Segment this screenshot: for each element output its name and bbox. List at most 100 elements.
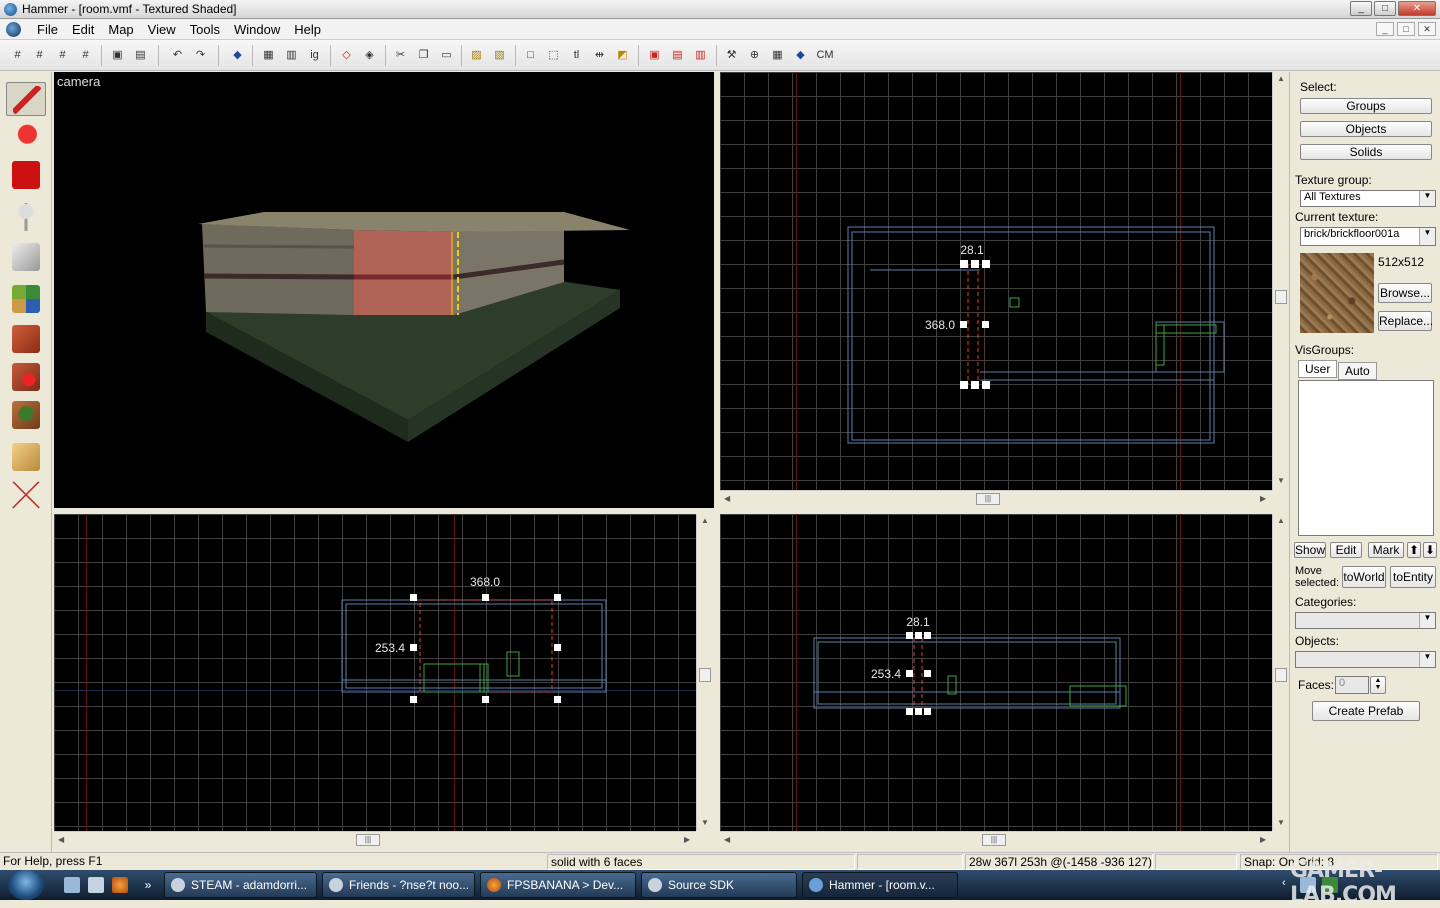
wireframe-icon[interactable]: ▦ xyxy=(768,46,787,65)
select-solids-button[interactable]: Solids xyxy=(1300,144,1432,160)
start-button[interactable] xyxy=(8,870,44,900)
cordon-icon[interactable]: ▣ xyxy=(645,46,664,65)
selection-tool[interactable] xyxy=(6,82,46,116)
top-view-vscroll-thumb[interactable] xyxy=(1275,290,1287,304)
carve-icon[interactable]: ◆ xyxy=(228,46,247,65)
faces-input[interactable]: 0 xyxy=(1335,676,1369,694)
menu-file[interactable]: File xyxy=(30,22,65,37)
side-view-hscroll-thumb[interactable]: ||| xyxy=(982,834,1006,846)
select-handles-icon[interactable]: ⬚ xyxy=(544,46,563,65)
grid-smaller-icon[interactable]: # xyxy=(30,46,49,65)
front-view-vscroll-thumb[interactable] xyxy=(699,668,711,682)
bounding-box-icon[interactable]: □ xyxy=(521,46,540,65)
front-view-hscroll[interactable]: ◀ ||| ▶ xyxy=(54,831,696,848)
switch-windows-icon[interactable] xyxy=(88,877,104,893)
cordon-toggle-icon[interactable]: ▤ xyxy=(668,46,687,65)
replace-button[interactable]: Replace... xyxy=(1378,311,1433,331)
camera-tool[interactable] xyxy=(6,158,46,192)
side-view-vscroll[interactable]: ▲ ▼ xyxy=(1272,514,1289,831)
texture-group-select[interactable]: All Textures ▼ xyxy=(1300,190,1436,207)
side-view-vscroll-thumb[interactable] xyxy=(1275,668,1287,682)
faces-spinner[interactable]: ▲ ▼ xyxy=(1370,676,1386,694)
task-steam[interactable]: STEAM - adamdorri... xyxy=(164,872,317,898)
create-prefab-button[interactable]: Create Prefab xyxy=(1312,701,1420,721)
top-2d-viewport[interactable]: 28.1 368.0 xyxy=(720,72,1272,490)
compile-icon[interactable]: ⚒ xyxy=(722,46,741,65)
doc-close-button[interactable]: ✕ xyxy=(1418,22,1436,36)
visgroup-edit-button[interactable]: Edit xyxy=(1330,542,1362,558)
grid-toggle-icon[interactable]: # xyxy=(8,46,27,65)
front-view-hscroll-thumb[interactable]: ||| xyxy=(356,834,380,846)
select-objects-button[interactable]: Objects xyxy=(1300,121,1432,137)
menu-map[interactable]: Map xyxy=(101,22,140,37)
group-icon[interactable]: ▣ xyxy=(108,46,127,65)
overlay-tool[interactable] xyxy=(6,398,46,432)
current-texture-select[interactable]: brick/brickfloor001a ▼ xyxy=(1300,227,1436,246)
ignore-groups-button[interactable]: ig xyxy=(305,46,324,65)
texture-application-tool[interactable] xyxy=(6,282,46,316)
move-down-arrow-icon[interactable]: ⬇ xyxy=(1423,542,1437,558)
task-friends[interactable]: Friends - ?nse?t noo... xyxy=(322,872,475,898)
visgroup-show-button[interactable]: Show xyxy=(1294,542,1326,558)
tray-expand-icon[interactable]: ‹ xyxy=(1282,877,1286,889)
task-source-sdk[interactable]: Source SDK xyxy=(641,872,797,898)
task-fpsbanana[interactable]: FPSBANANA > Dev... xyxy=(480,872,636,898)
doc-restore-button[interactable]: □ xyxy=(1397,22,1415,36)
top-view-hscroll[interactable]: ◀ ||| ▶ xyxy=(720,490,1272,507)
to-world-button[interactable]: toWorld xyxy=(1342,566,1386,588)
document-globe-icon[interactable] xyxy=(6,22,21,37)
menu-tools[interactable]: Tools xyxy=(183,22,227,37)
texture-lock-toggle-button[interactable]: tl xyxy=(567,46,586,65)
top-view-vscroll[interactable]: ▲ ▼ xyxy=(1272,72,1289,490)
block-tool[interactable] xyxy=(6,240,46,274)
entity-tool[interactable] xyxy=(6,200,46,234)
ungroup-icon[interactable]: ▤ xyxy=(131,46,150,65)
magnify-tool[interactable] xyxy=(6,120,46,154)
move-up-arrow-icon[interactable]: ⬆ xyxy=(1407,542,1421,558)
grid-larger-icon[interactable]: # xyxy=(53,46,72,65)
menu-edit[interactable]: Edit xyxy=(65,22,101,37)
menu-help[interactable]: Help xyxy=(287,22,328,37)
entity-report-icon[interactable]: ⊕ xyxy=(745,46,764,65)
menu-view[interactable]: View xyxy=(141,22,183,37)
grid-3d-icon[interactable]: # xyxy=(76,46,95,65)
front-view-vscroll[interactable]: ▲ ▼ xyxy=(696,514,713,831)
flip-icon[interactable]: ⇹ xyxy=(590,46,609,65)
paste-icon[interactable]: ▭ xyxy=(437,46,456,65)
map-check-icon[interactable]: ◆ xyxy=(791,46,810,65)
copy-icon[interactable]: ❐ xyxy=(414,46,433,65)
camera-viewport[interactable]: camera xyxy=(54,72,714,508)
apply-current-texture-tool[interactable] xyxy=(6,322,46,356)
redo-icon[interactable]: ↷ xyxy=(191,46,210,65)
rotate-icon[interactable]: ◩ xyxy=(613,46,632,65)
front-2d-viewport[interactable]: 368.0 253.4 xyxy=(54,514,696,831)
to-entity-button[interactable]: toEntity xyxy=(1390,566,1436,588)
close-button[interactable]: ✕ xyxy=(1398,1,1436,16)
hide-objects-icon[interactable]: ▦ xyxy=(259,46,278,65)
objects-select[interactable]: ▼ xyxy=(1295,651,1436,668)
clipping-tool[interactable] xyxy=(6,440,46,474)
browse-button[interactable]: Browse... xyxy=(1378,283,1432,303)
side-2d-viewport[interactable]: 28.1 253.4 xyxy=(720,514,1272,831)
vertex-tool[interactable] xyxy=(6,478,46,512)
categories-select[interactable]: ▼ xyxy=(1295,612,1436,629)
cm-button[interactable]: CM xyxy=(814,46,836,65)
task-hammer[interactable]: Hammer - [room.v... xyxy=(802,872,958,898)
minimize-button[interactable]: _ xyxy=(1350,1,1372,16)
texture-lock-icon[interactable]: ▨ xyxy=(467,46,486,65)
menu-window[interactable]: Window xyxy=(227,22,287,37)
top-view-hscroll-thumb[interactable]: ||| xyxy=(976,493,1000,505)
hollow-icon[interactable]: ◇ xyxy=(337,46,356,65)
maximize-button[interactable]: □ xyxy=(1374,1,1396,16)
firefox-icon[interactable] xyxy=(112,877,128,893)
doc-minimize-button[interactable]: _ xyxy=(1376,22,1394,36)
quicklaunch-expand-icon[interactable]: » xyxy=(140,877,156,893)
tab-auto[interactable]: Auto xyxy=(1338,362,1377,380)
select-groups-button[interactable]: Groups xyxy=(1300,98,1432,114)
cut-icon[interactable]: ✂ xyxy=(391,46,410,65)
tab-user[interactable]: User xyxy=(1298,360,1338,378)
visgroup-mark-button[interactable]: Mark xyxy=(1368,542,1404,558)
side-view-hscroll[interactable]: ◀ ||| ▶ xyxy=(720,831,1272,848)
make-hollow-icon[interactable]: ◈ xyxy=(360,46,379,65)
cordon-edit-icon[interactable]: ▥ xyxy=(691,46,710,65)
